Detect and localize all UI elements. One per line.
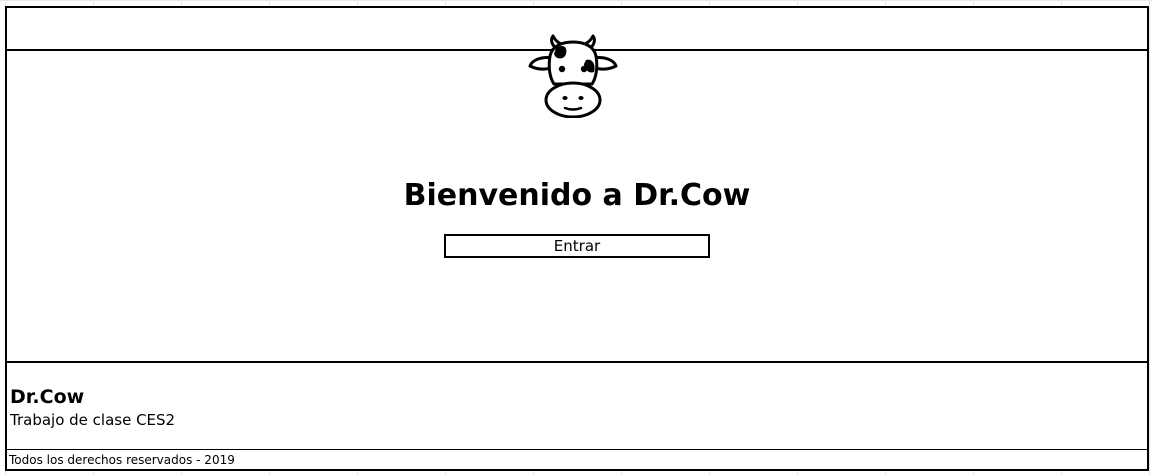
- cow-head-icon: [526, 34, 620, 119]
- copyright-text: Todos los derechos reservados - 2019: [9, 453, 235, 467]
- footer: Dr.Cow Trabajo de clase CES2: [7, 363, 1147, 450]
- page-title: Bienvenido a Dr.Cow: [403, 178, 751, 213]
- footer-title: Dr.Cow: [10, 386, 85, 408]
- footer-subtitle: Trabajo de clase CES2: [10, 411, 176, 429]
- page-frame: Bienvenido a Dr.Cow Entrar Dr.Cow Trabaj…: [5, 6, 1149, 471]
- enter-button[interactable]: Entrar: [444, 234, 710, 258]
- page: Bienvenido a Dr.Cow Entrar Dr.Cow Trabaj…: [0, 0, 1153, 475]
